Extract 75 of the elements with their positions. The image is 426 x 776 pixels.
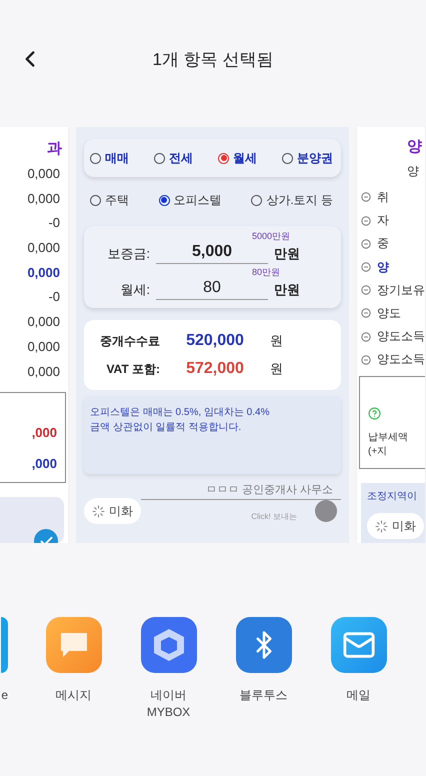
amount-text: ,000 bbox=[30, 454, 58, 473]
app-label: 메시지 bbox=[56, 687, 92, 704]
app-label: 메일 bbox=[346, 687, 370, 704]
minus-circle-icon[interactable] bbox=[361, 262, 371, 272]
unit-label: 원 bbox=[270, 360, 283, 378]
hint-text: 5000만원 bbox=[252, 230, 292, 241]
row-label: 중 bbox=[377, 235, 389, 252]
share-app-button[interactable] bbox=[330, 617, 386, 673]
minus-circle-icon[interactable] bbox=[361, 308, 371, 318]
row-label: 양도 bbox=[377, 304, 401, 322]
result-label: VAT 포함: bbox=[105, 360, 160, 378]
send-hint: Click! 보내는 bbox=[251, 511, 297, 522]
minus-circle-icon[interactable] bbox=[361, 192, 371, 202]
radio-option[interactable]: 오피스텔 bbox=[158, 192, 222, 208]
card-subtitle: 양 bbox=[406, 163, 420, 180]
radio-option[interactable]: 분양권 bbox=[282, 150, 333, 166]
radio-option[interactable]: 상가.토지 등 bbox=[251, 192, 333, 208]
card-title: 양 bbox=[406, 137, 423, 155]
amount-text: -0 bbox=[47, 288, 61, 306]
radio-option[interactable]: 월세 bbox=[218, 150, 257, 166]
row-label: 양 bbox=[377, 258, 389, 276]
row-label: 장기보유 bbox=[377, 282, 425, 299]
amount-text: 0,000 bbox=[26, 190, 61, 208]
chat-bubble-icon bbox=[58, 631, 88, 659]
amount-text: 0,000 bbox=[26, 313, 61, 332]
radio-option[interactable]: 전세 bbox=[154, 150, 193, 166]
sparkle-icon bbox=[375, 520, 388, 532]
amount-text: 0,000 bbox=[26, 239, 61, 258]
hint-text: 80만원 bbox=[252, 266, 282, 277]
amount-text: ,000 bbox=[30, 424, 58, 442]
app-label: 블루투스 bbox=[240, 687, 288, 704]
radio-option[interactable]: 주택 bbox=[90, 192, 129, 208]
input-field[interactable]: 5,000 bbox=[156, 243, 268, 264]
unit-label: 만원 bbox=[274, 280, 300, 298]
minus-circle-icon[interactable] bbox=[361, 285, 371, 296]
office-name: ㅁㅁㅁ 공인중개사 사무소 bbox=[206, 483, 333, 497]
preview-card[interactable]: 양 양 취 자 중 양 장기보유 양도 양도소득 양도소득 납부세액(+지 조정지역이 미화 bbox=[357, 127, 425, 543]
note-text: 오피스텔은 매매는 0.5%, 임대차는 0.4% 금액 상관없이 일률적 적용합니다. bbox=[84, 396, 341, 474]
field-label: 보증금: bbox=[106, 244, 150, 262]
row-label: 양도소득 bbox=[377, 351, 425, 368]
preview-card[interactable]: 과 0,000 0,000 -0 0,000 0,000 -0 0,000 0,000 0,000 ,000 ,000 bbox=[0, 127, 68, 543]
share-app-button[interactable] bbox=[236, 617, 292, 673]
result-label: 중개수수료 bbox=[99, 332, 160, 350]
beautify-button[interactable]: 미화 bbox=[367, 513, 424, 539]
row-label: 양도소득 bbox=[377, 328, 425, 346]
result-value: 520,000 bbox=[185, 332, 245, 350]
row-label: 자 bbox=[377, 212, 389, 230]
row-label: 취 bbox=[377, 188, 389, 206]
header-title: 1개 항목 선택됨 bbox=[152, 49, 274, 71]
radio-option[interactable]: 매매 bbox=[90, 150, 129, 166]
share-app-button[interactable] bbox=[140, 617, 196, 673]
result-value: 572,000 bbox=[185, 360, 245, 378]
app-label: e bbox=[1, 687, 8, 704]
minus-circle-icon[interactable] bbox=[361, 216, 371, 226]
amount-text: 0,000 bbox=[26, 362, 61, 380]
amount-text: 0,000 bbox=[26, 264, 61, 282]
note-text: 조정지역이 bbox=[367, 490, 418, 503]
amount-text: 0,000 bbox=[26, 165, 61, 183]
box-label: 납부세액(+지 bbox=[368, 431, 409, 458]
preview-card[interactable]: 매매 전세 월세 분양권 주택 오피스텔 상가.토지 등 5000만원 보증금: 5,000 만원 80만원 월세: 80 만원 중개수수료 520,000 원 VAT 포함: 572,000 원 오피스텔은 매매는 0.5%, 임대차는 0.4% 금액 상관없이 일률적 적용합니다. 미화 ㅁㅁㅁ 공인중개사 사무소 Click! 보내는 bbox=[76, 127, 349, 543]
amount-text: 0,000 bbox=[26, 338, 61, 356]
minus-circle-icon[interactable] bbox=[361, 332, 371, 342]
minus-circle-icon[interactable] bbox=[361, 238, 371, 249]
sparkle-icon bbox=[92, 504, 105, 518]
amount-text: -0 bbox=[47, 214, 61, 232]
input-field[interactable]: 80 bbox=[156, 279, 268, 300]
app-icon[interactable] bbox=[1, 617, 8, 673]
field-label: 월세: bbox=[119, 280, 150, 298]
minus-circle-icon[interactable] bbox=[361, 354, 371, 365]
beautify-button[interactable]: 미화 bbox=[84, 498, 141, 524]
card-title: 과 bbox=[46, 139, 63, 159]
unit-label: 원 bbox=[270, 332, 283, 350]
app-label: 네이버 MYBOX bbox=[146, 687, 190, 721]
slider-handle[interactable] bbox=[315, 500, 337, 522]
unit-label: 만원 bbox=[274, 244, 300, 262]
